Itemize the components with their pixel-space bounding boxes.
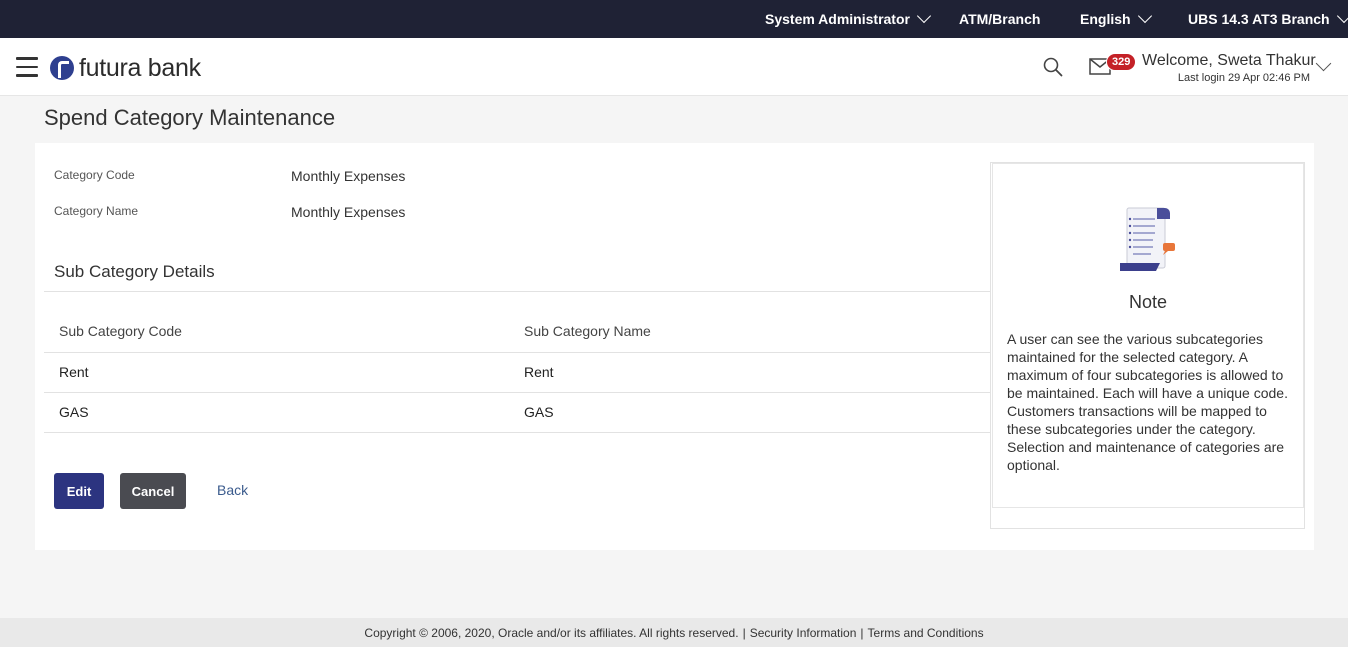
table-cell-code: GAS bbox=[59, 404, 89, 420]
brand-logo[interactable]: futura bank bbox=[50, 54, 201, 82]
notification-badge[interactable]: 329 bbox=[1106, 53, 1137, 71]
menu-icon[interactable] bbox=[16, 57, 38, 77]
security-information-link[interactable]: Security Information bbox=[750, 626, 857, 640]
language-label: English bbox=[1080, 11, 1131, 27]
copyright-text: Copyright © 2006, 2020, Oracle and/or it… bbox=[364, 625, 739, 640]
cancel-button[interactable]: Cancel bbox=[120, 473, 186, 509]
footer-separator: | bbox=[742, 625, 746, 640]
table-row-divider bbox=[44, 392, 990, 393]
chevron-down-icon bbox=[916, 8, 932, 24]
role-label: System Administrator bbox=[765, 11, 910, 27]
note-title: Note bbox=[1128, 292, 1168, 312]
location-label: ATM/Branch bbox=[959, 11, 1041, 27]
search-icon[interactable] bbox=[1043, 57, 1063, 77]
table-row-divider bbox=[44, 352, 990, 353]
category-name-label: Category Name bbox=[54, 204, 139, 218]
top-bar: System Administrator ATM/Branch English … bbox=[0, 0, 1348, 38]
chevron-down-icon bbox=[1336, 8, 1348, 24]
chevron-down-icon bbox=[1137, 8, 1152, 24]
footer-separator: | bbox=[860, 625, 864, 640]
table-row-divider bbox=[44, 432, 990, 433]
language-selector[interactable]: English bbox=[1080, 0, 1152, 38]
column-header-name: Sub Category Name bbox=[524, 323, 651, 339]
page-title: Spend Category Maintenance bbox=[44, 105, 336, 130]
welcome-text[interactable]: Welcome, Sweta Thakur bbox=[1142, 52, 1316, 70]
location-link[interactable]: ATM/Branch bbox=[959, 0, 1040, 38]
edit-button[interactable]: Edit bbox=[54, 473, 104, 509]
category-code-value: Monthly Expenses bbox=[291, 168, 406, 184]
last-login-text: Last login 29 Apr 02:46 PM bbox=[1177, 72, 1310, 84]
column-header-code: Sub Category Code bbox=[59, 323, 182, 339]
branch-label: UBS 14.3 AT3 Branch bbox=[1188, 11, 1330, 27]
divider bbox=[44, 291, 990, 292]
category-name-value: Monthly Expenses bbox=[291, 204, 406, 220]
note-document-icon bbox=[1120, 207, 1175, 271]
category-code-label: Category Code bbox=[54, 168, 135, 182]
branch-selector[interactable]: UBS 14.3 AT3 Branch bbox=[1188, 0, 1348, 38]
table-cell-code: Rent bbox=[59, 364, 89, 380]
terms-link[interactable]: Terms and Conditions bbox=[868, 626, 984, 640]
role-selector[interactable]: System Administrator bbox=[765, 0, 932, 38]
footer: Copyright © 2006, 2020, Oracle and/or it… bbox=[0, 618, 1348, 647]
table-cell-name: Rent bbox=[524, 364, 554, 380]
logo-icon bbox=[50, 56, 74, 80]
table-cell-name: GAS bbox=[524, 404, 554, 420]
section-title: Sub Category Details bbox=[54, 262, 215, 281]
note-text: A user can see the various subcategories… bbox=[1007, 331, 1288, 473]
back-link[interactable]: Back bbox=[217, 482, 248, 498]
brand-name: futura bank bbox=[79, 53, 201, 82]
